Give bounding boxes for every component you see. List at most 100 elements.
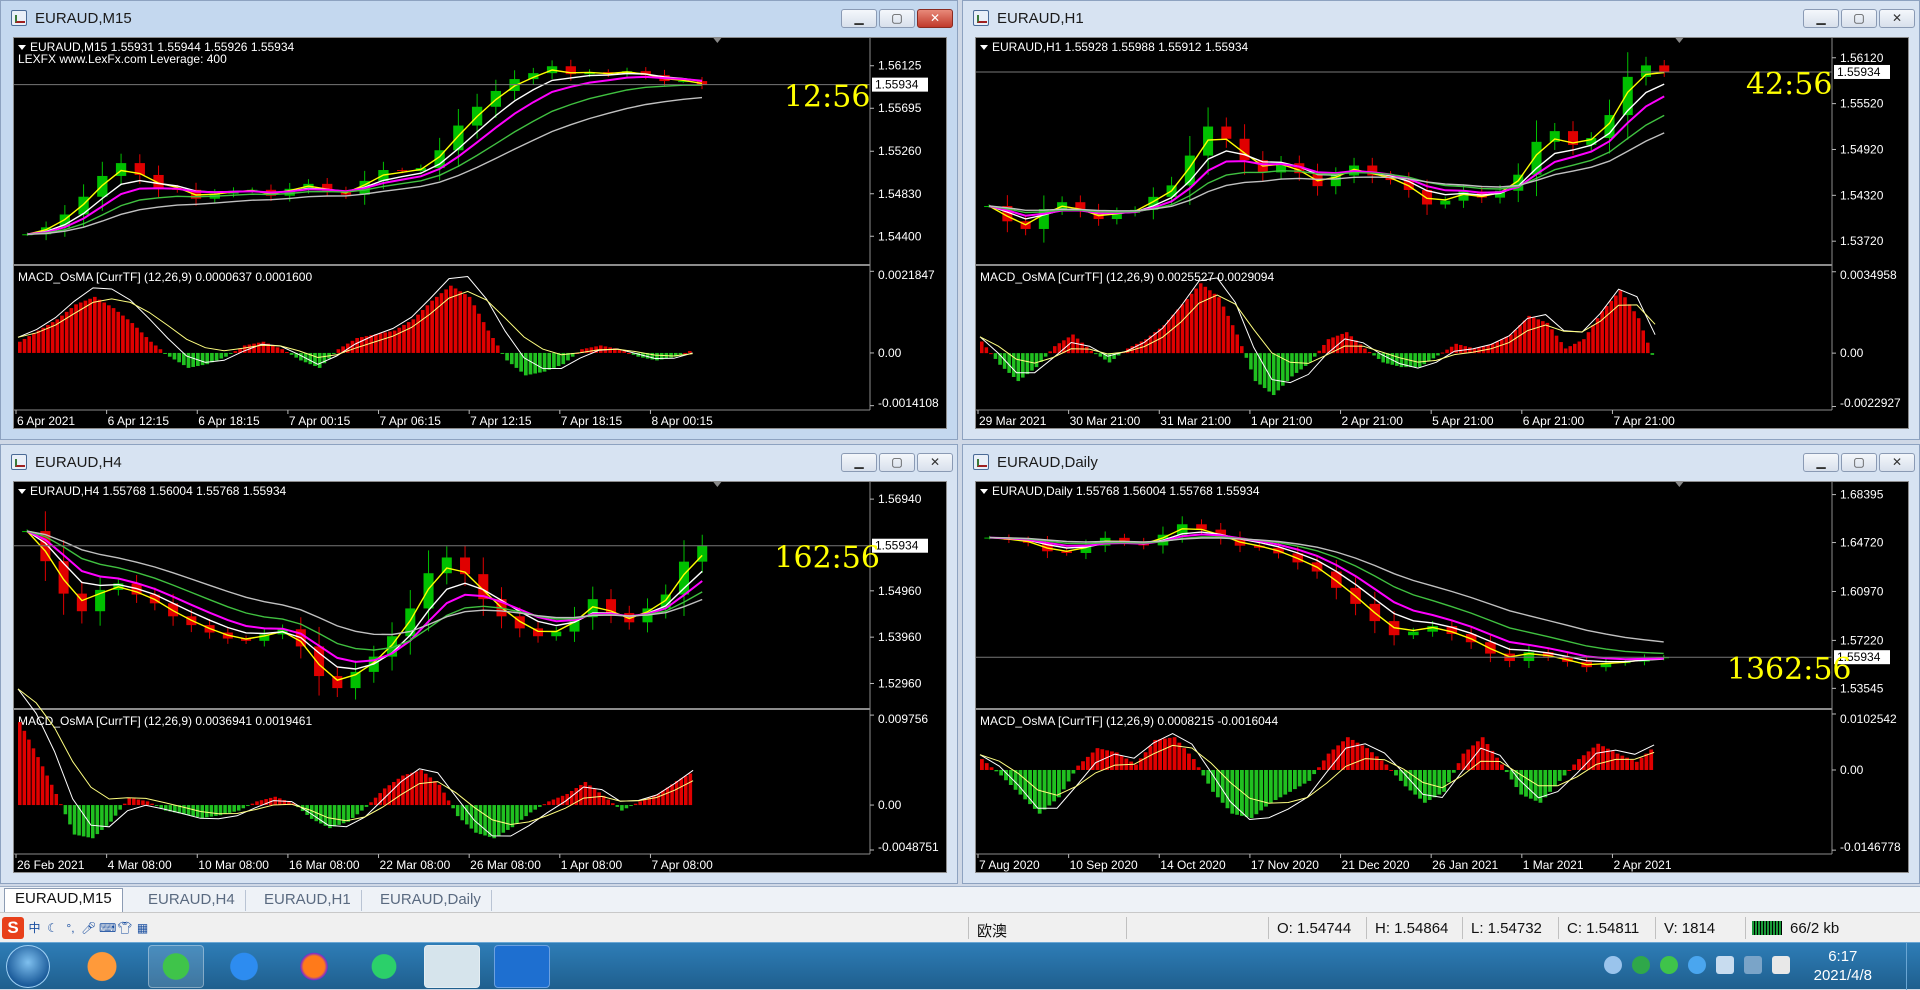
maximize-button[interactable]: ▢ [1841,453,1877,472]
wechat-app-icon[interactable] [148,945,204,988]
tab-euraud-m15[interactable]: EURAUD,M15 [4,888,123,913]
toolbox-icon[interactable]: ▦ [135,921,150,936]
keyboard-icon[interactable]: ⌨ [99,921,116,936]
chart-canvas[interactable]: 1.56120 1.55520 1.54920 1.54320 1.53720 1.559… [976,38,1908,428]
firefox-browser-icon[interactable] [286,945,342,988]
price-chart[interactable]: 1.569401.559341.549601.539601.529601.559… [13,481,947,873]
chart-canvas[interactable]: 1.569401.559341.549601.539601.529601.559… [14,482,946,872]
chart-canvas[interactable]: 1.683951.647201.609701.572201.535451.559… [976,482,1908,872]
macd-bar [1268,769,1273,803]
macd-bar [1363,348,1367,354]
macd-bar [145,801,150,806]
chart-menu-triangle-icon[interactable] [980,489,988,494]
show-desktop-button[interactable] [1906,943,1920,990]
macd-bar [1495,757,1500,770]
chart-menu-triangle-icon[interactable] [18,45,26,50]
window-titlebar[interactable]: EURAUD,M15 ▁ ▢ ✕ [1,1,957,35]
macd-bar [1226,315,1230,354]
tray-shield-icon[interactable] [1632,956,1650,974]
chart-window-euraud-h4[interactable]: EURAUD,H4 ▁ ▢ ✕ 1.56940 1.55934 1.54960 1.5… [0,444,958,884]
macd-bar [984,347,989,354]
macd-bar [130,323,135,353]
tray-antivirus-icon[interactable] [1688,956,1706,974]
macd-bar [611,803,615,806]
tab-euraud-h1[interactable]: EURAUD,H1 [254,890,362,911]
window-titlebar[interactable]: EURAUD,Daily ▁ ▢ ✕ [963,445,1919,479]
macd-tick-label: 0.00 [1840,346,1864,360]
media-player-app-icon[interactable] [74,945,130,988]
close-button[interactable]: ✕ [917,453,953,472]
macd-bar [980,759,984,770]
macd-bar [1201,769,1206,776]
microphone-icon[interactable]: 🎤︎ [81,921,96,936]
chart-menu-triangle-icon[interactable] [980,45,988,50]
close-button[interactable]: ✕ [917,9,953,28]
chart-shift-marker-icon[interactable] [1675,38,1684,43]
minimize-button[interactable]: ▁ [1803,453,1839,472]
minimize-button[interactable]: ▁ [841,453,877,472]
price-tick-label: 1.64720 [1840,536,1884,550]
macd-bar [355,805,360,815]
macd-bar [1308,353,1312,363]
maximize-button[interactable]: ▢ [879,453,915,472]
tab-euraud-h4[interactable]: EURAUD,H4 [138,890,246,911]
chart-menu-triangle-icon[interactable] [18,489,26,494]
tray-network-icon[interactable] [1716,956,1734,974]
price-chart[interactable]: 1.56120 1.55520 1.54920 1.54320 1.53720 1.559… [975,37,1909,429]
chart-shift-marker-icon[interactable] [713,38,722,43]
tray-volume-icon[interactable] [1772,956,1790,974]
edit-app-icon[interactable] [216,945,272,988]
ime-mode-indicator[interactable]: 中 [27,921,42,936]
macd-bar [397,327,402,353]
candle-countdown: 42:56 [1746,67,1832,102]
ma-white-line [27,72,703,235]
macd-bar [27,739,31,806]
minimize-button[interactable]: ▁ [1803,9,1839,28]
candle-countdown: 1362:56 [1727,652,1852,687]
macd-bar [331,352,336,354]
video-player-app-icon[interactable] [356,945,412,988]
macd-bar [1500,764,1504,770]
system-clock[interactable]: 6:17 2021/4/8 [1814,947,1872,985]
window-titlebar[interactable]: EURAUD,H4 ▁ ▢ ✕ [1,445,957,479]
macd-bar [481,322,486,353]
security-app-icon[interactable] [494,945,550,988]
maximize-button[interactable]: ▢ [1841,9,1877,28]
close-button[interactable]: ✕ [1879,453,1915,472]
close-button[interactable]: ✕ [1879,9,1915,28]
tray-wechat-icon[interactable] [1660,956,1678,974]
window-titlebar[interactable]: EURAUD,H1 ▁ ▢ ✕ [963,1,1919,35]
tray-usb-icon[interactable] [1604,956,1622,974]
macd-bar [515,805,519,824]
macd-bar [501,805,506,833]
minimize-button[interactable]: ▁ [841,9,877,28]
skin-icon[interactable]: 👕︎ [117,921,132,936]
macd-bar [172,352,177,360]
sogou-ime-icon[interactable]: S [2,917,24,939]
price-chart[interactable]: 1.68395 1.64720 1.60970 1.57220 1.53545 1.559… [975,481,1909,873]
chart-shift-marker-icon[interactable] [1675,482,1684,487]
macd-bar [1562,769,1567,776]
chart-window-euraud-daily[interactable]: EURAUD,Daily ▁ ▢ ✕ 1.68395 1.64720 1.60970… [962,444,1920,884]
candle-body [1440,200,1451,205]
moon-icon[interactable]: ☾ [45,921,60,936]
chart-window-euraud-h1[interactable]: EURAUD,H1 ▁ ▢ ✕ 1.56120 1.55520 1.54920 1.5… [962,0,1920,440]
tray-flag-icon[interactable] [1744,956,1762,974]
chart-shift-marker-icon[interactable] [713,482,722,487]
macd-bar [1052,346,1057,354]
chart-canvas[interactable]: 1.56125 1.55695 1.55260 1.54830 1.54400 1.559… [14,38,946,428]
start-orb-icon[interactable] [6,945,50,988]
macd-bar [451,805,455,809]
tab-euraud-daily[interactable]: EURAUD,Daily [370,890,492,911]
macd-bar [437,784,442,806]
chart-window-euraud-m15[interactable]: EURAUD,M15 ▁ ▢ ✕ 1.56125 1.55695 1.55260 1.… [0,0,958,440]
maximize-button[interactable]: ▢ [879,9,915,28]
macd-bar [1075,338,1080,354]
macd-bar [1153,739,1158,770]
metatrader-app-icon[interactable] [424,945,480,988]
macd-bar [1445,349,1449,354]
macd-bar [1379,760,1384,770]
macd-bar [1634,761,1639,770]
price-chart[interactable]: 1.56125 1.55695 1.55260 1.54830 1.54400 1.559… [13,37,947,429]
punctuation-icon[interactable]: °, [63,921,78,936]
